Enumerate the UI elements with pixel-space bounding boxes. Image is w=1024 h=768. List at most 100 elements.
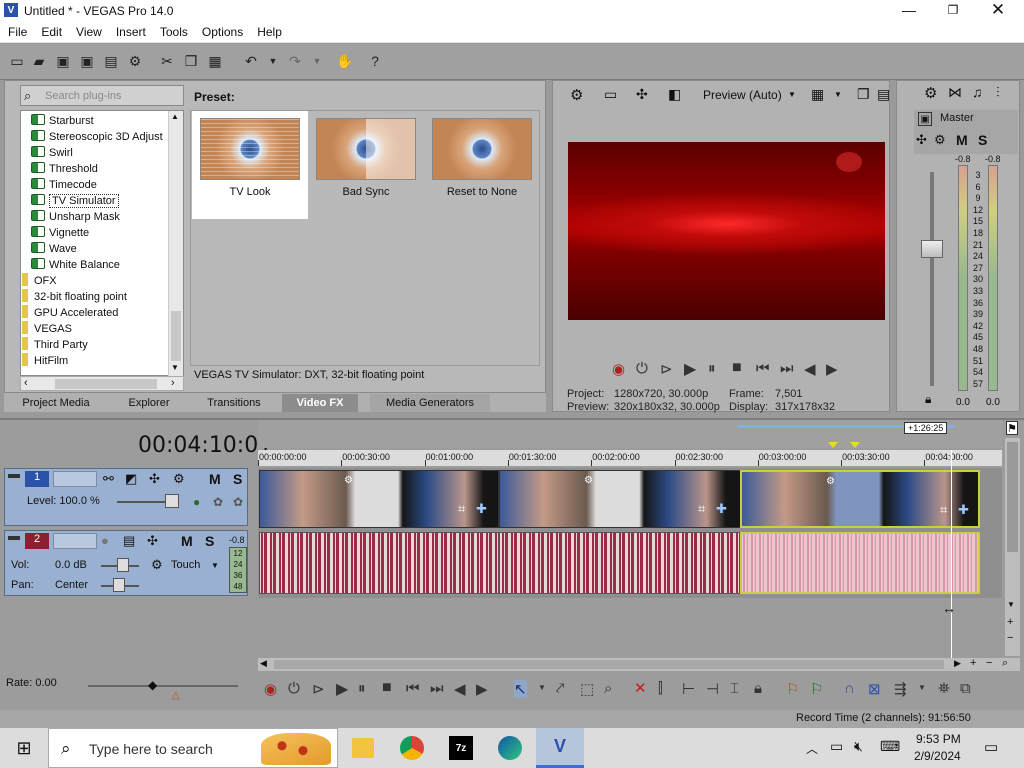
rate-slider-track[interactable] (88, 685, 238, 687)
save-as-icon[interactable]: ▣ (78, 52, 96, 70)
video-clip[interactable]: ⚙ ⌗ ✚ (499, 470, 741, 528)
plugin-tree[interactable]: Starburst Stereoscopic 3D Adjust Swirl Thre… (20, 110, 184, 376)
master-fx-gear-icon[interactable]: ⚙ (934, 132, 946, 148)
loop-playback-icon[interactable]: ⏻ (636, 360, 648, 377)
loop-end-marker[interactable] (850, 442, 860, 448)
zoom-out-time-icon[interactable]: − (986, 657, 992, 669)
selected-video-clip[interactable]: ⚙ ⌗ ✚ (740, 470, 980, 528)
timeline-vscrollbar[interactable]: ▼ + − (1005, 438, 1020, 656)
clock-date[interactable]: 2/9/2024 (914, 749, 961, 763)
audio-clip[interactable] (499, 532, 741, 594)
edge-icon[interactable] (498, 736, 522, 760)
loop-start-marker[interactable] (828, 442, 838, 448)
mute-button[interactable]: M (956, 132, 968, 148)
properties-gear-icon[interactable]: ⚙ (126, 52, 144, 70)
edit-tool-dropdown-icon[interactable]: ▼ (538, 683, 546, 692)
plugin-tree-hscrollbar[interactable]: ‹ › (20, 376, 184, 391)
minimize-icon[interactable]: — (900, 2, 918, 18)
scroll-down-icon[interactable]: ▼ (1007, 600, 1015, 609)
pan-slider-knob[interactable] (113, 578, 125, 592)
plugin-tree-item[interactable]: Swirl (21, 145, 73, 161)
composite-mode-icon[interactable]: ⚯ (103, 471, 114, 487)
audio-clip[interactable] (259, 532, 499, 594)
scroll-right-icon[interactable]: › (171, 377, 175, 389)
taskbar-search-box[interactable]: ⌕ Type here to search (48, 728, 338, 768)
play-from-start-icon[interactable]: ⊳ (312, 680, 325, 698)
scroll-down-icon[interactable]: ▼ (171, 363, 179, 372)
zoom-in-time-icon[interactable]: + (970, 657, 976, 669)
copy-icon[interactable]: ❐ (182, 52, 200, 70)
chrome-icon[interactable] (400, 736, 424, 760)
plugin-tree-item[interactable]: Threshold (21, 161, 98, 177)
menu-insert[interactable]: Insert (108, 22, 152, 39)
normal-edit-tool-icon[interactable]: ↖ (514, 680, 527, 698)
play-from-start-icon[interactable]: ⊳ (660, 360, 673, 378)
master-fader-knob[interactable] (921, 240, 943, 258)
automation-icon[interactable]: ✣ (916, 132, 927, 148)
track-gear-icon[interactable]: ⚙ (173, 471, 185, 487)
compositing-icon[interactable]: ✿ (233, 495, 243, 509)
lock-icon[interactable]: 🔒︎ (925, 392, 931, 407)
plugin-tree-item[interactable]: TV Simulator (21, 193, 119, 209)
grid-icon[interactable]: ▦ (811, 86, 824, 103)
video-track-header[interactable]: 1 ⚯ ◩ ✣ ⚙ M S Level: 100.0 % ● ✿ ✿ (4, 468, 248, 526)
dim-output-icon[interactable]: ⫶ (996, 84, 1000, 101)
zoom-in-track-icon[interactable]: + (1007, 616, 1013, 628)
search-input[interactable]: ⌕ Search plug-ins (20, 85, 184, 106)
go-to-end-icon[interactable]: ⏭ (780, 360, 794, 377)
record-icon[interactable]: ◉ (612, 360, 625, 378)
scroll-left-icon[interactable]: ‹ (24, 377, 28, 389)
timeline-hscrollbar[interactable]: ◀ ▶ + − ⌕ (258, 657, 1020, 671)
composite-child-icon[interactable]: ● (193, 495, 200, 509)
pause-icon[interactable]: ⏸ (358, 680, 366, 697)
cut-icon[interactable]: ✂ (158, 52, 176, 70)
redo-dropdown-icon[interactable]: ▼ (308, 52, 326, 70)
envelope-tool-icon[interactable]: ⤤ (556, 680, 564, 697)
save-icon[interactable]: ▣ (54, 52, 72, 70)
playhead-cursor[interactable] (951, 450, 952, 660)
track-fx-icon[interactable]: ◩ (125, 471, 137, 487)
preview-properties-gear-icon[interactable]: ⚙ (570, 86, 583, 104)
tab-media-generators[interactable]: Media Generators (370, 394, 490, 412)
undo-icon[interactable]: ↶ (242, 52, 260, 70)
network-icon[interactable]: ▭ (830, 738, 843, 755)
solo-button[interactable]: S (978, 132, 987, 148)
loop-playback-icon[interactable]: ⏻ (288, 680, 300, 697)
clip-crop-icon[interactable]: ⌗ (458, 501, 465, 517)
volume-muted-icon[interactable]: 🔇︎ (854, 738, 863, 755)
plugin-tree-item[interactable]: Third Party (21, 337, 88, 353)
scroll-thumb[interactable] (171, 311, 181, 361)
automation-mode-icon[interactable]: ⚙ (151, 557, 163, 573)
mute-button[interactable]: M (181, 533, 193, 549)
menu-edit[interactable]: Edit (33, 22, 68, 39)
preview-quality-dropdown-icon[interactable]: ▼ (788, 90, 796, 99)
preset-tv-look[interactable]: TV Look (192, 111, 308, 219)
next-frame-icon[interactable]: ▶ (476, 680, 488, 698)
hscroll-thumb[interactable] (55, 379, 157, 389)
7zip-icon[interactable]: 7z (449, 736, 473, 760)
scroll-right-icon[interactable]: ▶ (954, 658, 961, 669)
mute-button[interactable]: M (209, 471, 221, 487)
trim-start-icon[interactable]: ⊢ (682, 680, 695, 698)
clip-pan-icon[interactable]: ✚ (716, 501, 727, 517)
menu-options[interactable]: Options (194, 22, 249, 39)
paste-icon[interactable]: ▦ (206, 52, 224, 70)
master-properties-gear-icon[interactable]: ⚙ (924, 84, 937, 102)
undo-dropdown-icon[interactable]: ▼ (264, 52, 282, 70)
go-to-end-icon[interactable]: ⏭ (430, 680, 444, 697)
show-hidden-icons-icon[interactable]: ︿ (806, 740, 818, 757)
trim-end-icon[interactable]: ⊣ (706, 680, 719, 698)
clock-time[interactable]: 9:53 PM (916, 732, 961, 746)
menu-help[interactable]: Help (249, 22, 288, 39)
plugin-tree-item[interactable]: White Balance (21, 257, 120, 273)
clip-pan-icon[interactable]: ✚ (958, 502, 969, 518)
zoom-tool-icon[interactable]: ⌕ (604, 680, 612, 697)
plugin-tree-item[interactable]: Unsharp Mask (21, 209, 120, 225)
preset-reset[interactable]: Reset to None (424, 111, 540, 219)
external-monitor-icon[interactable]: ▭ (604, 86, 617, 103)
level-slider-knob[interactable] (165, 494, 179, 508)
plugin-tree-item[interactable]: Wave (21, 241, 77, 257)
clip-fx-icon[interactable]: ⚙ (584, 475, 593, 486)
clip-crop-icon[interactable]: ⌗ (698, 501, 705, 517)
plugin-tree-item[interactable]: 32-bit floating point (21, 289, 127, 305)
